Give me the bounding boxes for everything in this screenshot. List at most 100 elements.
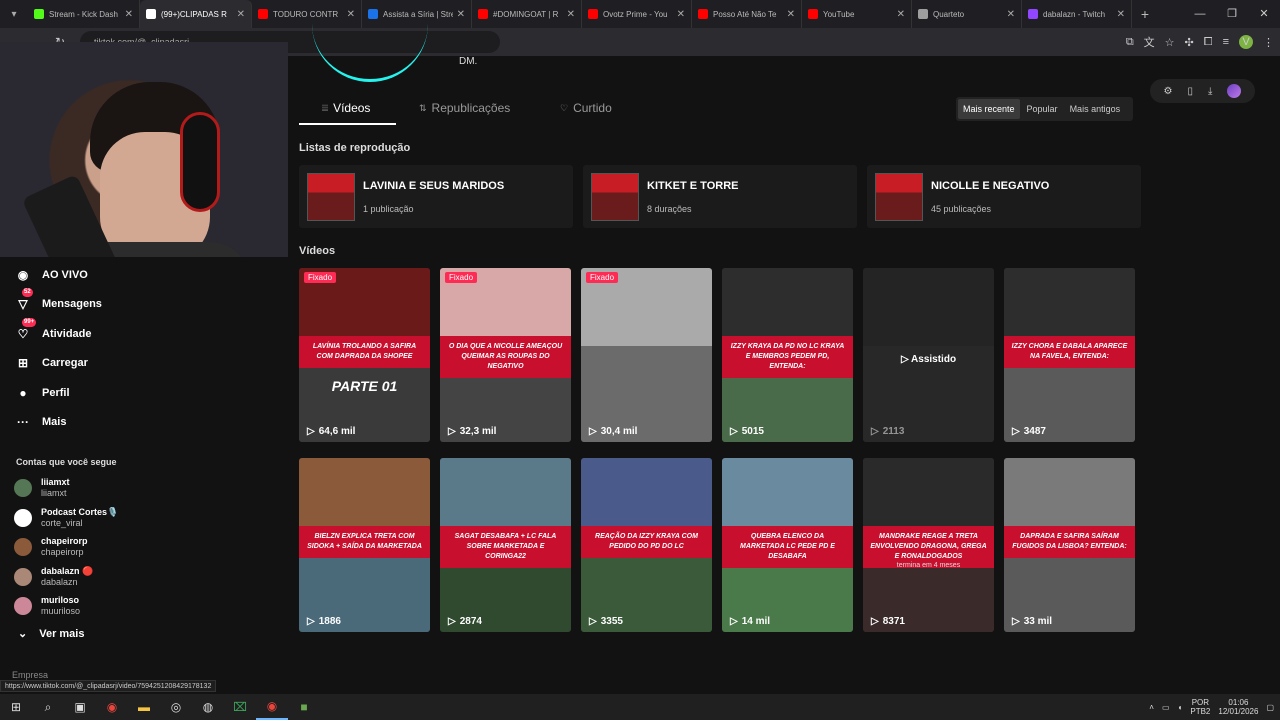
terminal-icon[interactable]: ⌧ (224, 694, 256, 720)
obs-icon[interactable]: ◍ (192, 694, 224, 720)
sidebar-item-activity[interactable]: ♡ 99+ Atividade (14, 317, 92, 346)
minecraft-icon[interactable]: ■ (288, 694, 320, 720)
browser-menu-icon[interactable]: ⋮ (1263, 36, 1274, 49)
playlist-card[interactable]: NICOLLE E NEGATIVO 45 publicações (867, 165, 1141, 228)
account-name: dabalazn 🔴 (41, 565, 94, 576)
video-card[interactable]: Daprada e Safira saíram fugidos da Lisbo… (1004, 458, 1135, 632)
playlist-title: KITKET E TORRE (647, 179, 739, 192)
notification-badge: 52 (22, 288, 33, 298)
cast-icon[interactable]: ⧉ (1126, 36, 1134, 49)
empresa-link[interactable]: Empresa (12, 670, 48, 680)
app-icon[interactable]: ◎ (160, 694, 192, 720)
video-card[interactable]: Izzy chora e dabala aparece na favela, e… (1004, 268, 1135, 442)
video-card[interactable]: Izzy Kraya da PD no LC Kraya e membros p… (722, 268, 853, 442)
tab-search-button[interactable]: ▾ (0, 0, 28, 28)
sidebar-item-profile[interactable]: ● Perfil (14, 381, 69, 405)
close-window-button[interactable]: ✕ (1248, 0, 1280, 28)
maximize-button[interactable]: ❐ (1216, 0, 1248, 28)
download-icon[interactable]: ⤓ (1208, 86, 1212, 97)
tab-close-icon[interactable]: ✕ (1117, 9, 1125, 20)
tab-close-icon[interactable]: ✕ (897, 9, 905, 20)
video-thumbnail-top (1004, 458, 1135, 537)
chrome-icon[interactable]: ◉ (96, 694, 128, 720)
followed-account[interactable]: dabalazn 🔴 dabalazn (14, 564, 93, 590)
browser-tab[interactable]: dabalazn - Twitch ✕ (1022, 0, 1132, 28)
followed-account[interactable]: liiamxt liiamxt (14, 475, 70, 501)
browser-tab[interactable]: Posso Até Não Te ✕ (692, 0, 802, 28)
video-views: ▷ 1886 (307, 616, 341, 627)
browser-tab[interactable]: Quarteto ✕ (912, 0, 1022, 28)
sidebar-item-live[interactable]: ◉ AO VIVO (14, 263, 88, 287)
tab-close-icon[interactable]: ✕ (237, 9, 245, 20)
sidebar-item-upload[interactable]: ⊞ Carregar (14, 351, 88, 375)
toolbar-actions: ⧉ 文 ☆ ✣ ⧠ ≡ V ⋮ (1126, 28, 1274, 56)
tab-videos[interactable]: ⦙⦙⦙ Vídeos (322, 101, 370, 115)
tab-liked[interactable]: ♡ Curtido (560, 101, 612, 115)
sidebar-item-messages[interactable]: ▽ 52 Mensagens (14, 288, 102, 316)
chevron-up-icon[interactable]: ˄ (1149, 703, 1154, 712)
sort-oldest-button[interactable]: Mais antigos (1065, 99, 1126, 119)
view-count: 33 mil (1023, 616, 1053, 627)
tab-close-icon[interactable]: ✕ (1007, 9, 1015, 20)
video-card[interactable]: Sagat desabafa + LC fala sobre Marketada… (440, 458, 571, 632)
windows-start-icon[interactable]: ⊞ (0, 694, 32, 720)
browser-tab[interactable]: Stream - Kick Dash ✕ (28, 0, 140, 28)
lang-code: POR (1191, 698, 1210, 707)
video-card[interactable]: Quebra elenco da Marketada LC pede PD e … (722, 458, 853, 632)
followed-account[interactable]: Podcast Cortes🎙️ corte_viral (14, 505, 118, 531)
browser-tab[interactable]: YouTube ✕ (802, 0, 912, 28)
video-card[interactable]: Lavínia trolando a Safira com daprada da… (299, 268, 430, 442)
bookmark-star-icon[interactable]: ☆ (1165, 36, 1175, 49)
clock[interactable]: 01:06 12/01/2026 (1218, 698, 1258, 716)
sort-popular-button[interactable]: Popular (1022, 99, 1063, 119)
browser-tab[interactable]: Ovotz Prime - You ✕ (582, 0, 692, 28)
account-avatar[interactable] (1227, 84, 1242, 98)
followed-account[interactable]: chapeirorp chapeirorp (14, 534, 88, 560)
language-indicator[interactable]: POR PTB2 (1190, 698, 1210, 716)
browser-tab[interactable]: #DOMINGOAT | R ✕ (472, 0, 582, 28)
avatar (14, 597, 32, 615)
new-tab-button[interactable]: + (1132, 6, 1158, 22)
reading-list-icon[interactable]: ≡ (1223, 36, 1229, 48)
profile-main: DM. ⚙ ▯ ⤓ ⦙⦙⦙ Vídeos ⇅ Republicações ♡ Curtid… (288, 56, 1280, 694)
video-caption: Izzy chora e dabala aparece na favela, e… (1004, 336, 1135, 368)
tab-reposts[interactable]: ⇅ Republicações (419, 101, 510, 115)
chrome-active-icon[interactable]: ◉ (256, 694, 288, 720)
video-card[interactable]: Reação da Izzy Kraya com pedido do PD do… (581, 458, 712, 632)
profile-avatar[interactable]: V (1239, 35, 1253, 49)
network-icon[interactable]: ▭ (1162, 703, 1170, 712)
tab-close-icon[interactable]: ✕ (787, 9, 795, 20)
playlist-card[interactable]: LAVINIA E SEUS MARIDOS 1 publicação (299, 165, 573, 228)
volume-icon[interactable]: ◖ (1178, 703, 1183, 712)
tab-close-icon[interactable]: ✕ (125, 9, 133, 20)
file-explorer-icon[interactable]: ▬ (128, 694, 160, 720)
video-card[interactable]: Fixado ▷ 30,4 mil (581, 268, 712, 442)
extension-icon[interactable]: ✣ (1185, 36, 1194, 49)
tab-close-icon[interactable]: ✕ (567, 9, 575, 20)
video-card[interactable]: Mandrake reage a treta envolvendo Dragon… (863, 458, 994, 632)
playlist-card[interactable]: KITKET E TORRE 8 durações (583, 165, 857, 228)
tab-close-icon[interactable]: ✕ (677, 9, 685, 20)
followed-account[interactable]: muriloso muuriloso (14, 593, 80, 619)
task-view-icon[interactable]: ▣ (64, 694, 96, 720)
tab-title: (99+)CLIPADAS R (161, 9, 227, 19)
video-card[interactable]: O dia que a Nicolle ameaçou queimar as r… (440, 268, 571, 442)
sort-recent-button[interactable]: Mais recente (958, 99, 1020, 119)
view-count: 2874 (459, 616, 482, 627)
browser-tab[interactable]: (99+)CLIPADAS R ✕ (140, 0, 252, 28)
extensions-puzzle-icon[interactable]: ⧠ (1204, 36, 1213, 49)
minimize-button[interactable]: — (1184, 0, 1216, 28)
video-card[interactable]: Bielzn explica treta com Sidoka + saída … (299, 458, 430, 632)
tab-close-icon[interactable]: ✕ (457, 9, 465, 20)
view-count: 3487 (1023, 426, 1046, 437)
sidebar-item-more[interactable]: ··· Mais (14, 410, 66, 434)
see-more-button[interactable]: ⌄ Ver mais (18, 627, 84, 641)
search-icon[interactable]: ⌕ (32, 694, 64, 720)
settings-icon[interactable]: ⚙ (1164, 86, 1173, 97)
phone-icon[interactable]: ▯ (1187, 86, 1193, 97)
translate-icon[interactable]: 文 (1144, 34, 1155, 50)
notifications-icon[interactable]: ▢ (1266, 703, 1274, 712)
play-icon: ▷ (448, 616, 456, 627)
view-count: 14 mil (741, 616, 771, 627)
playlist-title: LAVINIA E SEUS MARIDOS (363, 179, 505, 192)
